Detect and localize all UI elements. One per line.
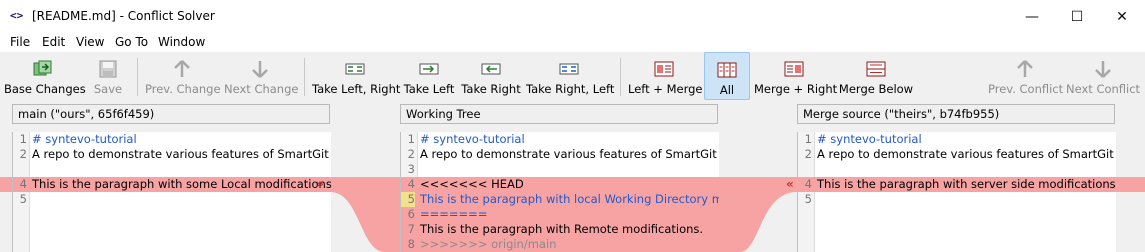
take-left-icon bbox=[419, 63, 439, 75]
menu-bar: File Edit View Go To Window bbox=[0, 34, 1145, 52]
left-edge-highlight bbox=[0, 177, 12, 192]
merge-below-button[interactable]: Merge Below bbox=[838, 52, 914, 100]
save-icon bbox=[99, 60, 117, 78]
working-tree-pane[interactable]: 1 # syntevo-tutorial 2 A repo to demonst… bbox=[400, 132, 719, 252]
code-line: 2 A repo to demonstrate various features… bbox=[19, 147, 331, 161]
take-right-left-icon bbox=[559, 63, 579, 75]
code-line: 1 # syntevo-tutorial bbox=[804, 132, 922, 146]
close-button[interactable]: ✕ bbox=[1099, 0, 1145, 34]
prev-conflict-button[interactable]: Prev. Conflict bbox=[988, 52, 1063, 100]
code-line: 3 bbox=[407, 162, 415, 176]
conflict-line: 8 >>>>>>> origin/main bbox=[401, 237, 719, 252]
code-line: 1 # syntevo-tutorial bbox=[19, 132, 137, 146]
all-panes-icon bbox=[717, 62, 737, 78]
toolbar-separator bbox=[304, 58, 305, 96]
take-right-icon bbox=[481, 63, 501, 75]
menu-window[interactable]: Window bbox=[158, 35, 205, 49]
menu-view[interactable]: View bbox=[76, 35, 104, 49]
left-pane-header: main ("ours", 65f6f459) bbox=[12, 104, 330, 124]
conflict-line: 4 <<<<<<< HEAD bbox=[401, 177, 719, 192]
merge-right-button[interactable]: Merge + Right bbox=[754, 52, 837, 100]
take-right-left-button[interactable]: Take Right, Left bbox=[526, 52, 614, 100]
center-pane-header: Working Tree bbox=[400, 104, 718, 124]
take-right-button[interactable]: Take Right bbox=[460, 52, 522, 100]
take-left-marker[interactable]: » bbox=[316, 177, 324, 191]
left-merge-button[interactable]: Left + Merge bbox=[628, 52, 702, 100]
toolbar-separator bbox=[137, 58, 138, 96]
left-connector bbox=[330, 177, 400, 252]
code-line: 2 A repo to demonstrate various features… bbox=[804, 147, 1116, 161]
arrow-up-icon bbox=[1017, 60, 1033, 77]
next-change-button[interactable]: Next Change bbox=[224, 52, 298, 100]
merge-below-icon bbox=[866, 61, 886, 77]
base-changes-icon bbox=[33, 60, 52, 76]
menu-go-to[interactable]: Go To bbox=[115, 35, 148, 49]
take-left-right-icon bbox=[345, 63, 365, 75]
next-conflict-button[interactable]: Next Conflict bbox=[1066, 52, 1140, 100]
take-left-button[interactable]: Take Left bbox=[402, 52, 456, 100]
code-line: 1 # syntevo-tutorial bbox=[407, 132, 525, 146]
toolbar-separator bbox=[620, 58, 621, 96]
code-line: 5 bbox=[804, 192, 812, 206]
menu-edit[interactable]: Edit bbox=[42, 35, 65, 49]
menu-file[interactable]: File bbox=[10, 35, 30, 49]
app-icon: <> bbox=[10, 9, 24, 22]
conflict-line: 5 This is the paragraph with local Worki… bbox=[401, 192, 719, 207]
code-line: 5 bbox=[19, 192, 27, 206]
toolbar: Base Changes Save Prev. Change Next Chan… bbox=[0, 52, 1145, 102]
arrow-down-icon bbox=[1095, 61, 1111, 78]
base-changes-button[interactable]: Base Changes bbox=[4, 52, 86, 100]
right-pane-header: Merge source ("theirs", b74fb955) bbox=[797, 104, 1115, 124]
conflict-line: 6 ======= bbox=[401, 207, 719, 222]
window-title: [README.md] - Conflict Solver bbox=[32, 9, 215, 23]
prev-change-button[interactable]: Prev. Change bbox=[145, 52, 221, 100]
save-button[interactable]: Save bbox=[88, 52, 128, 100]
title-bar: <> [README.md] - Conflict Solver — ☐ ✕ bbox=[0, 0, 1145, 34]
all-button[interactable]: All bbox=[704, 52, 750, 100]
left-merge-icon bbox=[654, 61, 674, 77]
conflict-line: 4 This is the paragraph with some Local … bbox=[13, 177, 331, 192]
conflict-line: 4 This is the paragraph with server side… bbox=[798, 177, 1116, 192]
right-edge-highlight bbox=[1115, 177, 1145, 192]
code-line: 2 A repo to demonstrate various features… bbox=[407, 147, 719, 161]
take-right-marker[interactable]: « bbox=[786, 177, 794, 191]
arrow-down-icon bbox=[252, 61, 268, 78]
arrow-up-icon bbox=[174, 60, 190, 77]
conflict-line: 7 This is the paragraph with Remote modi… bbox=[401, 222, 719, 237]
maximize-button[interactable]: ☐ bbox=[1054, 0, 1100, 34]
take-left-right-button[interactable]: Take Left, Right bbox=[312, 52, 400, 100]
right-pane[interactable]: 1 # syntevo-tutorial 2 A repo to demonst… bbox=[797, 132, 1116, 252]
left-pane[interactable]: 1 # syntevo-tutorial 2 A repo to demonst… bbox=[12, 132, 331, 252]
merge-right-icon bbox=[784, 61, 804, 77]
minimize-button[interactable]: — bbox=[1009, 0, 1055, 34]
